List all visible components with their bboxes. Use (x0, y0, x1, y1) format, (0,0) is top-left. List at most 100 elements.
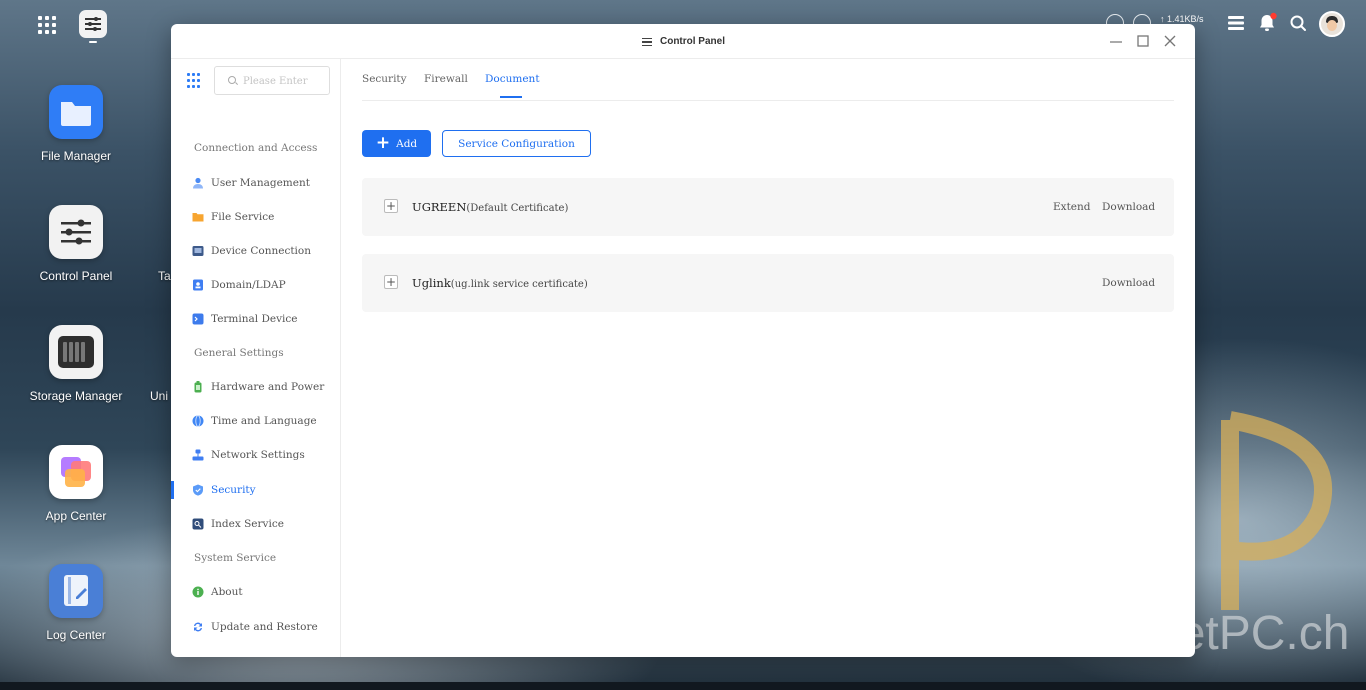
sidebar-item-label: Index Service (211, 518, 284, 530)
desktop-icon-label: Log Center (46, 628, 106, 642)
expand-icon[interactable]: + (384, 275, 398, 289)
sidebar-item-file-service[interactable]: File Service (171, 204, 340, 230)
certificate-row: + UGREEN(Default Certificate) Extend Dow… (362, 178, 1174, 236)
maximize-icon[interactable] (1135, 33, 1151, 49)
sidebar-item-terminal-device[interactable]: Terminal Device (171, 306, 340, 332)
certificate-note: (ug.link service certificate) (450, 279, 588, 290)
sidebar-item-label: User Management (211, 177, 310, 189)
plus-icon: + (375, 133, 391, 153)
network-speed: ↑ 1.41KB/s (1160, 14, 1204, 24)
sidebar-item-user-management[interactable]: User Management (171, 170, 340, 196)
sidebar-item-label: Device Connection (211, 245, 311, 257)
sidebar-item-about[interactable]: About (171, 579, 340, 605)
sidebar-item-device-connection[interactable]: Device Connection (171, 238, 340, 264)
sidebar-item-hardware-power[interactable]: Hardware and Power (171, 374, 340, 400)
sidebar-item-label: Network Settings (211, 449, 305, 461)
expand-icon[interactable]: + (384, 199, 398, 213)
index-icon (192, 518, 204, 530)
certificate-note: (Default Certificate) (466, 203, 569, 214)
desktop-icon-label: Control Panel (39, 269, 113, 283)
section-heading-connection: Connection and Access (194, 142, 318, 154)
taskbar-control-panel-icon[interactable] (79, 10, 107, 38)
sliders-icon (49, 205, 103, 259)
sidebar-item-label: About (211, 586, 243, 598)
active-app-indicator (89, 41, 97, 43)
sidebar-item-index-service[interactable]: Index Service (171, 511, 340, 537)
sidebar-item-security[interactable]: Security (171, 477, 340, 503)
sidebar-item-time-language[interactable]: Time and Language (171, 408, 340, 434)
sidebar-item-label: Hardware and Power (211, 381, 325, 393)
sidebar-item-label: Update and Restore (211, 621, 318, 633)
terminal-icon (192, 313, 204, 325)
minimize-icon[interactable] (1108, 33, 1124, 49)
desktop-bottom-edge (0, 682, 1366, 690)
globe-icon (192, 415, 204, 427)
sidebar-item-domain-ldap[interactable]: Domain/LDAP (171, 272, 340, 298)
sidebar-item-label: Domain/LDAP (211, 279, 286, 291)
tab-document[interactable]: Document (485, 73, 540, 85)
close-icon[interactable] (1162, 33, 1178, 49)
control-panel-icon (641, 36, 653, 48)
network-icon (192, 449, 204, 461)
task-list-icon[interactable] (1225, 12, 1247, 34)
service-configuration-button[interactable]: Service Configuration (442, 130, 591, 157)
tab-firewall[interactable]: Firewall (424, 73, 468, 85)
section-heading-general: General Settings (194, 347, 284, 359)
search-icon (228, 76, 236, 84)
desktop-icon-label: App Center (45, 509, 107, 523)
sidebar-item-network-settings[interactable]: Network Settings (171, 442, 340, 468)
extend-link[interactable]: Extend (1053, 201, 1091, 213)
user-avatar[interactable] (1319, 11, 1345, 37)
notification-bell-icon[interactable] (1256, 12, 1278, 34)
drives-icon (49, 325, 103, 379)
sidebar: Connection and Access User Management Fi… (171, 59, 341, 657)
window-titlebar[interactable]: Control Panel (171, 24, 1195, 59)
desktop-icon-storage-manager[interactable]: Storage Manager (21, 325, 131, 403)
sidebar-item-label: Security (211, 484, 256, 496)
desktop-icon-app-center[interactable]: App Center (21, 445, 131, 523)
main-content: Security Firewall Document + Add Service… (342, 59, 1195, 657)
app-grid-icon[interactable] (187, 73, 203, 89)
partial-desktop-label: Ta (158, 269, 171, 283)
certificate-title: UGREEN (412, 200, 467, 214)
active-tab-indicator (500, 96, 522, 98)
tab-bar: Security Firewall Document (362, 59, 1174, 101)
search-box[interactable] (214, 66, 330, 95)
window-title: Control Panel (659, 36, 725, 47)
folder-icon (192, 213, 204, 222)
search-input[interactable] (243, 73, 325, 89)
desktop-icon-file-manager[interactable]: File Manager (21, 85, 131, 163)
sidebar-item-update-restore[interactable]: Update and Restore (171, 614, 340, 640)
section-heading-system: System Service (194, 552, 277, 564)
certificate-name: Uglink(ug.link service certificate) (412, 276, 588, 290)
certificate-name: UGREEN(Default Certificate) (412, 200, 568, 214)
user-icon (193, 177, 203, 189)
sidebar-item-label: Terminal Device (211, 313, 298, 325)
certificate-title: Uglink (412, 276, 451, 290)
sidebar-item-label: Time and Language (211, 415, 317, 427)
info-icon (192, 586, 204, 598)
desktop-icon-label: File Manager (40, 149, 112, 163)
desktop-icon-control-panel[interactable]: Control Panel (21, 205, 131, 283)
desktop-icon-log-center[interactable]: Log Center (21, 564, 131, 642)
refresh-icon (194, 622, 202, 632)
certificate-row: + Uglink(ug.link service certificate) Do… (362, 254, 1174, 312)
add-button[interactable]: + Add (362, 130, 431, 157)
battery-icon (194, 381, 202, 393)
desktop-icon-label: Storage Manager (29, 389, 123, 403)
app-center-icon (49, 445, 103, 499)
control-panel-window: Control Panel Connection and Access User… (171, 24, 1195, 657)
folder-icon (49, 85, 103, 139)
download-link[interactable]: Download (1102, 201, 1155, 213)
add-button-label: Add (396, 137, 418, 150)
partial-desktop-label: Uni (150, 389, 169, 403)
shield-icon (193, 484, 203, 496)
app-launcher-icon[interactable] (33, 11, 59, 37)
download-link[interactable]: Download (1102, 277, 1155, 289)
domain-icon (193, 279, 203, 291)
device-icon (192, 246, 204, 256)
search-icon[interactable] (1287, 12, 1309, 34)
tab-security[interactable]: Security (362, 73, 407, 85)
log-icon (49, 564, 103, 618)
sidebar-item-label: File Service (211, 211, 275, 223)
